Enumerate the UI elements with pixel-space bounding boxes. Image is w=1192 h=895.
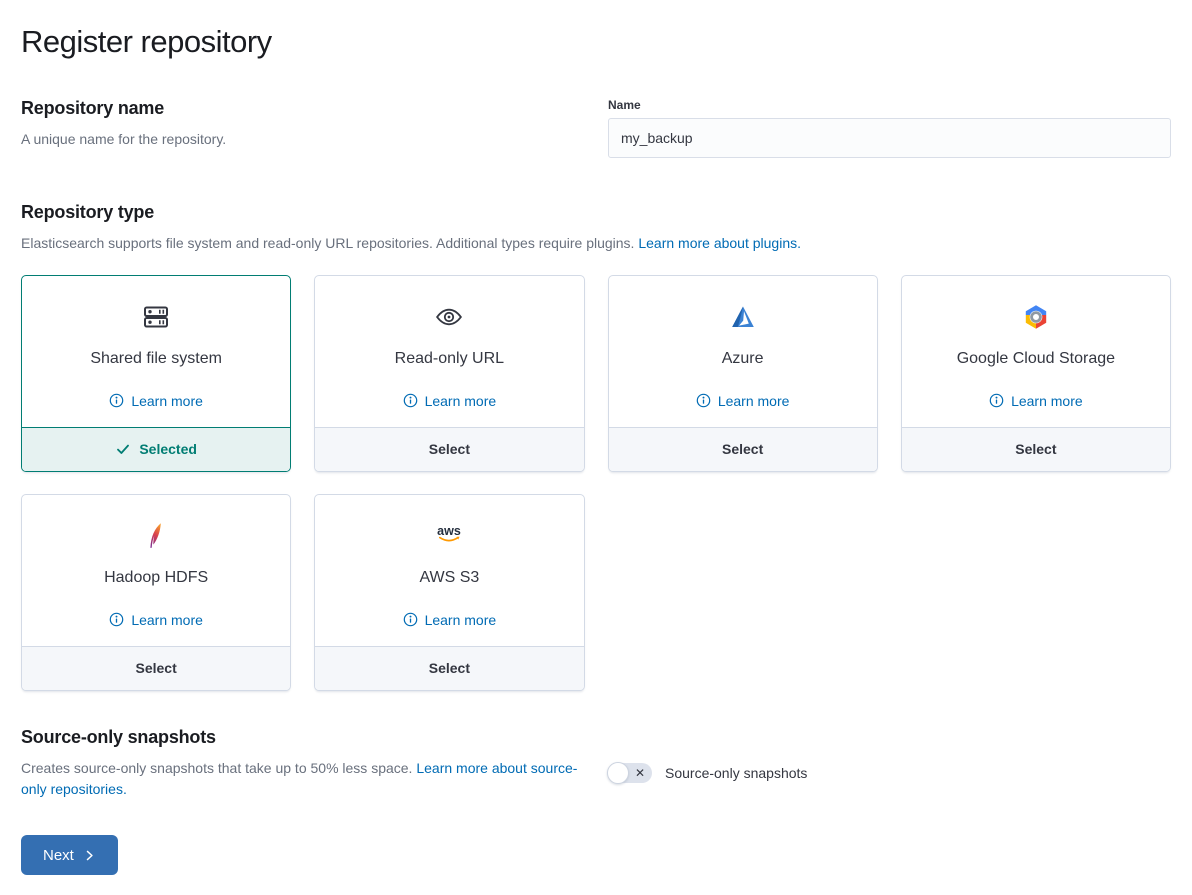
toggle-knob bbox=[607, 762, 629, 784]
repo-type-card-azure[interactable]: Azure Learn more Select bbox=[608, 275, 878, 472]
learn-more-label: Learn more bbox=[425, 393, 497, 409]
learn-more-link[interactable]: Learn more bbox=[989, 393, 1083, 409]
apache-feather-logo-icon bbox=[140, 520, 172, 552]
repo-type-card-read-only-url[interactable]: Read-only URL Learn more Select bbox=[314, 275, 584, 472]
card-title: AWS S3 bbox=[419, 569, 479, 587]
learn-more-plugins-link[interactable]: Learn more about plugins. bbox=[638, 235, 801, 251]
repository-type-description-text: Elasticsearch supports file system and r… bbox=[21, 235, 634, 251]
select-footer-button[interactable]: Select bbox=[609, 427, 877, 471]
card-title: Read-only URL bbox=[395, 350, 504, 368]
svg-text:aws: aws bbox=[438, 524, 462, 538]
learn-more-label: Learn more bbox=[131, 612, 203, 628]
select-footer-button[interactable]: Select bbox=[22, 646, 290, 690]
info-icon bbox=[109, 393, 124, 408]
source-only-heading: Source-only snapshots bbox=[21, 727, 584, 748]
check-icon bbox=[115, 441, 131, 457]
repository-type-card-grid: Shared file system Learn more Selected bbox=[21, 275, 1171, 691]
card-title: Hadoop HDFS bbox=[104, 569, 208, 587]
azure-logo-icon bbox=[727, 301, 759, 333]
select-footer-button[interactable]: Select bbox=[902, 427, 1170, 471]
footer-label: Selected bbox=[139, 441, 197, 457]
learn-more-link[interactable]: Learn more bbox=[109, 393, 203, 409]
repository-name-section: Repository name A unique name for the re… bbox=[21, 98, 1171, 158]
google-cloud-storage-logo-icon bbox=[1020, 301, 1052, 333]
page-title: Register repository bbox=[21, 24, 1171, 60]
next-button[interactable]: Next bbox=[21, 835, 118, 875]
info-icon bbox=[989, 393, 1004, 408]
eye-icon bbox=[433, 301, 465, 333]
repository-type-heading: Repository type bbox=[21, 202, 1171, 223]
chevron-right-icon bbox=[83, 849, 96, 862]
repo-type-card-hadoop-hdfs[interactable]: Hadoop HDFS Learn more Select bbox=[21, 494, 291, 691]
repo-type-card-google-cloud-storage[interactable]: Google Cloud Storage Learn more Select bbox=[901, 275, 1171, 472]
learn-more-link[interactable]: Learn more bbox=[403, 393, 497, 409]
source-only-field-group: ✕ Source-only snapshots bbox=[608, 727, 1171, 801]
source-only-toggle[interactable]: ✕ bbox=[608, 763, 652, 783]
card-title: Shared file system bbox=[90, 350, 222, 368]
footer-label: Select bbox=[1015, 441, 1056, 457]
card-title: Azure bbox=[722, 350, 764, 368]
source-only-description: Creates source-only snapshots that take … bbox=[21, 758, 584, 801]
select-footer-button[interactable]: Select bbox=[315, 427, 583, 471]
next-button-label: Next bbox=[43, 847, 74, 864]
source-only-intro: Source-only snapshots Creates source-onl… bbox=[21, 727, 584, 801]
repository-name-intro: Repository name A unique name for the re… bbox=[21, 98, 584, 158]
repo-type-card-shared-file-system[interactable]: Shared file system Learn more Selected bbox=[21, 275, 291, 472]
info-icon bbox=[696, 393, 711, 408]
learn-more-label: Learn more bbox=[425, 612, 497, 628]
learn-more-label: Learn more bbox=[1011, 393, 1083, 409]
learn-more-link[interactable]: Learn more bbox=[109, 612, 203, 628]
repository-name-description: A unique name for the repository. bbox=[21, 129, 584, 151]
aws-logo-icon: aws bbox=[433, 520, 465, 552]
select-footer-button[interactable]: Select bbox=[315, 646, 583, 690]
source-only-description-text: Creates source-only snapshots that take … bbox=[21, 760, 412, 776]
repo-type-card-aws-s3[interactable]: aws AWS S3 Learn more Select bbox=[314, 494, 584, 691]
selected-footer-button[interactable]: Selected bbox=[22, 427, 290, 471]
toggle-off-x-icon: ✕ bbox=[635, 766, 645, 778]
learn-more-label: Learn more bbox=[131, 393, 203, 409]
footer-label: Select bbox=[722, 441, 763, 457]
footer-label: Select bbox=[136, 660, 177, 676]
learn-more-label: Learn more bbox=[718, 393, 790, 409]
repository-name-field-group: Name bbox=[608, 98, 1171, 158]
repository-type-section: Repository type Elasticsearch supports f… bbox=[21, 202, 1171, 691]
learn-more-link[interactable]: Learn more bbox=[696, 393, 790, 409]
info-icon bbox=[109, 612, 124, 627]
register-repository-page: Register repository Repository name A un… bbox=[0, 0, 1192, 891]
card-title: Google Cloud Storage bbox=[957, 350, 1115, 368]
repository-type-description: Elasticsearch supports file system and r… bbox=[21, 233, 1171, 255]
footer-label: Select bbox=[429, 441, 470, 457]
source-only-section: Source-only snapshots Creates source-onl… bbox=[21, 727, 1171, 801]
form-actions: Next bbox=[21, 835, 1171, 875]
storage-icon bbox=[140, 301, 172, 333]
info-icon bbox=[403, 393, 418, 408]
name-field-label: Name bbox=[608, 98, 1171, 112]
repository-name-heading: Repository name bbox=[21, 98, 584, 119]
source-only-toggle-label: Source-only snapshots bbox=[665, 765, 807, 781]
learn-more-link[interactable]: Learn more bbox=[403, 612, 497, 628]
repository-name-input[interactable] bbox=[608, 118, 1171, 158]
info-icon bbox=[403, 612, 418, 627]
footer-label: Select bbox=[429, 660, 470, 676]
